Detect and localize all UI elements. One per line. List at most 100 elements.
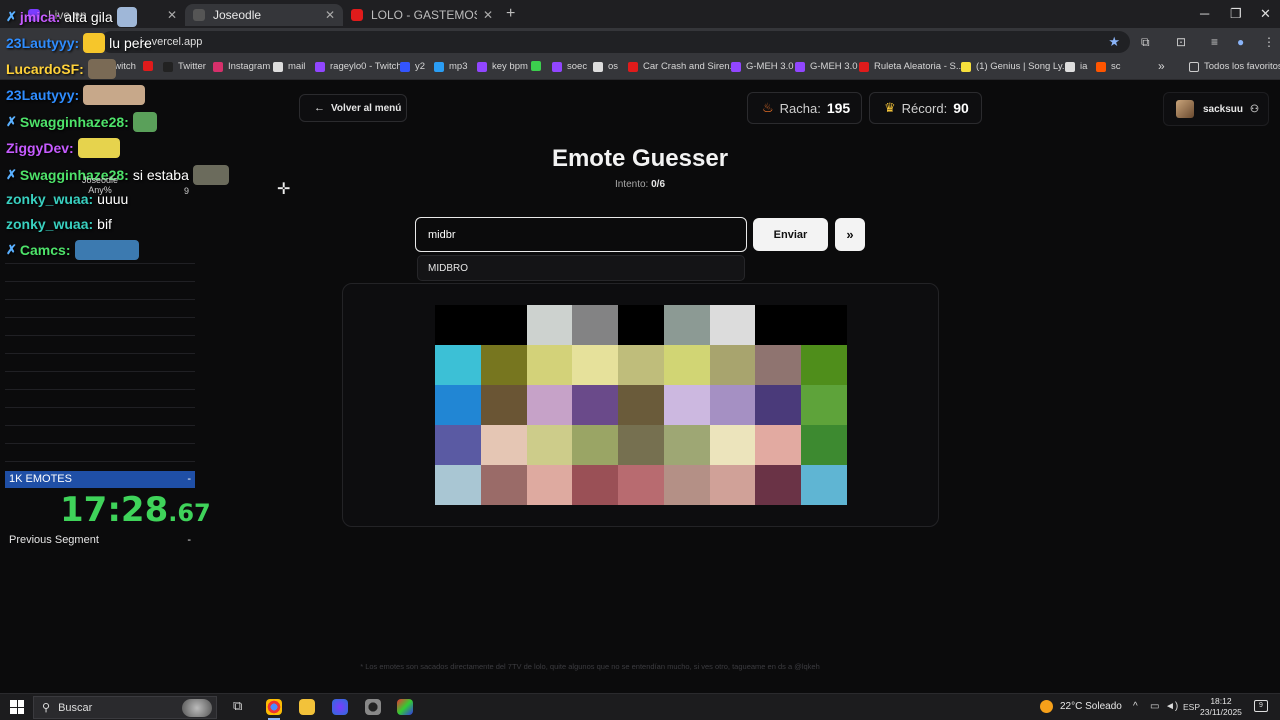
user-profile-button[interactable]: sacksuu ⚇ bbox=[1163, 92, 1269, 126]
more-bookmarks-icon[interactable]: » bbox=[1158, 59, 1165, 73]
chat-text: si estaba bbox=[132, 167, 189, 183]
tray-chevron-icon[interactable]: ^ bbox=[1133, 701, 1138, 712]
url-field[interactable]: j...vercel.app ★ bbox=[100, 31, 1130, 53]
bookmark-item[interactable]: sc bbox=[1096, 61, 1121, 72]
page-title: Emote Guesser bbox=[551, 145, 729, 172]
obs-icon[interactable] bbox=[365, 699, 381, 715]
sun-icon bbox=[1040, 700, 1053, 713]
minimize-icon[interactable]: ─ bbox=[1200, 6, 1209, 21]
language-indicator[interactable]: ESP bbox=[1183, 702, 1200, 712]
close-tab-icon[interactable]: ✕ bbox=[483, 8, 493, 22]
bookmark-item[interactable]: y2 bbox=[400, 61, 425, 72]
chat-colon: : bbox=[74, 87, 80, 103]
bookmark-item[interactable]: G-MEH 3.0 bbox=[795, 61, 858, 72]
chat-username: 23Lautyyy bbox=[6, 87, 75, 103]
weather-widget[interactable]: 22°C Soleado bbox=[1040, 700, 1122, 713]
bookmark-item[interactable]: rageylo0 - Twitch bbox=[315, 61, 402, 72]
emote-pixel bbox=[618, 305, 664, 345]
bookmark-favicon-icon bbox=[400, 61, 410, 72]
tab-title: Joseodle bbox=[213, 8, 262, 22]
bookmark-item[interactable]: Ruleta Aleatoria - S... bbox=[859, 61, 964, 72]
bookmark-item[interactable]: mp3 bbox=[434, 61, 467, 72]
previous-segment: Previous Segment - bbox=[9, 534, 194, 546]
tab-title: LOLO - GASTEMOS MAS (V bbox=[371, 8, 477, 22]
bookmark-star-icon[interactable]: ★ bbox=[1108, 34, 1120, 50]
bookmark-item[interactable]: Car Crash and Siren... bbox=[628, 61, 738, 72]
emote-pixel bbox=[618, 345, 664, 385]
bookmark-item[interactable]: soec bbox=[552, 61, 587, 72]
bookmark-item[interactable]: os bbox=[593, 61, 618, 72]
menu-icon[interactable]: ⋮ bbox=[1263, 35, 1275, 49]
split-divider bbox=[5, 263, 195, 264]
skip-button[interactable]: » bbox=[835, 218, 865, 251]
emote-pixel bbox=[709, 385, 756, 425]
network-icon[interactable]: ▭ bbox=[1150, 701, 1159, 712]
split-divider bbox=[5, 299, 195, 300]
clock[interactable]: 18:12 23/11/2025 bbox=[1200, 696, 1242, 718]
media-icon[interactable]: ≡ bbox=[1211, 35, 1218, 49]
bookmark-label: mp3 bbox=[449, 61, 468, 72]
sword-badge-icon: ✗ bbox=[6, 167, 17, 182]
app-icon-2[interactable] bbox=[397, 699, 413, 715]
chat-username: zonky_wuaa bbox=[6, 216, 89, 232]
taskbar-search[interactable]: ⚲ Buscar bbox=[33, 696, 217, 719]
bookmark-item[interactable] bbox=[531, 61, 546, 71]
extensions-icon[interactable]: ⧉ bbox=[1141, 35, 1150, 50]
guess-input[interactable] bbox=[415, 217, 747, 252]
emote-pixel bbox=[618, 385, 664, 425]
chat-message: LucardoSF: bbox=[6, 59, 116, 79]
send-button[interactable]: Enviar bbox=[753, 218, 828, 251]
attempt-indicator: Intento: 0/6 bbox=[440, 179, 840, 190]
arrow-left-icon: ← bbox=[314, 102, 325, 114]
emote-pixel bbox=[526, 465, 573, 505]
emote-pixel bbox=[801, 425, 847, 465]
close-window-icon[interactable]: ✕ bbox=[1260, 6, 1271, 22]
browser-tab[interactable]: Joseodle ✕ bbox=[185, 4, 343, 26]
notification-icon[interactable]: 9 bbox=[1254, 700, 1268, 712]
volume-icon[interactable]: ◄) bbox=[1165, 701, 1178, 712]
emote-pixel bbox=[801, 385, 847, 425]
browser-tab[interactable]: LOLO - GASTEMOS MAS (V ✕ bbox=[343, 4, 501, 26]
bookmark-item[interactable]: G-MEH 3.0 bbox=[731, 61, 794, 72]
windows-start-icon[interactable] bbox=[10, 700, 24, 714]
bookmark-item[interactable]: ia bbox=[1065, 61, 1087, 72]
cast-icon[interactable]: ⊡ bbox=[1176, 35, 1186, 49]
suggestion-item[interactable]: MIDBRO bbox=[417, 255, 745, 281]
emote-pixel bbox=[618, 465, 664, 505]
chat-message: ✗ jmica: alta gila bbox=[6, 7, 137, 27]
app-icon[interactable] bbox=[332, 699, 348, 715]
task-view-icon[interactable]: ⧉ bbox=[233, 698, 249, 714]
close-tab-icon[interactable]: ✕ bbox=[325, 8, 335, 22]
emote-pixel bbox=[663, 465, 710, 505]
record-counter: ♛ Récord: 90 bbox=[869, 92, 982, 124]
splits-list bbox=[5, 255, 195, 471]
chat-message: ✗ Swagginhaze28: bbox=[6, 112, 157, 132]
bookmark-item[interactable]: (1) Genius | Song Ly... bbox=[961, 61, 1070, 72]
emote-pixel bbox=[572, 305, 619, 345]
emote-pixel bbox=[526, 385, 573, 425]
previous-segment-value: - bbox=[187, 534, 191, 546]
restore-icon[interactable]: ❐ bbox=[1230, 6, 1242, 22]
split-divider bbox=[5, 317, 195, 318]
chat-emote-icon bbox=[77, 138, 120, 158]
footer-note: * Los emotes son sacados directamente de… bbox=[360, 662, 820, 671]
chat-colon: : bbox=[74, 35, 80, 51]
split-divider bbox=[5, 353, 195, 354]
record-value: 90 bbox=[953, 100, 969, 116]
back-to-menu-button[interactable]: ← Volver al menú bbox=[299, 94, 407, 122]
profile-icon[interactable]: ● bbox=[1237, 35, 1244, 49]
clock-time: 18:12 bbox=[1210, 696, 1232, 706]
chat-message: 23Lautyyy: lu pere bbox=[6, 33, 152, 53]
bookmark-item[interactable]: mail bbox=[273, 61, 305, 72]
split-divider bbox=[5, 335, 195, 336]
file-explorer-icon[interactable] bbox=[299, 699, 315, 715]
chrome-app-icon[interactable] bbox=[266, 699, 282, 720]
speedrun-category: Any% bbox=[88, 185, 112, 195]
speedrun-game-info: Joseodle Any% bbox=[78, 175, 122, 195]
bookmark-label: sc bbox=[1111, 61, 1121, 72]
all-favorites-folder[interactable]: Todos los favoritos bbox=[1189, 61, 1280, 72]
bookmark-item[interactable]: key bpm bbox=[477, 61, 528, 72]
bookmark-item[interactable]: Instagram bbox=[213, 61, 270, 72]
bookmark-label: Car Crash and Siren... bbox=[643, 61, 738, 72]
new-tab-button[interactable]: + bbox=[506, 5, 515, 23]
